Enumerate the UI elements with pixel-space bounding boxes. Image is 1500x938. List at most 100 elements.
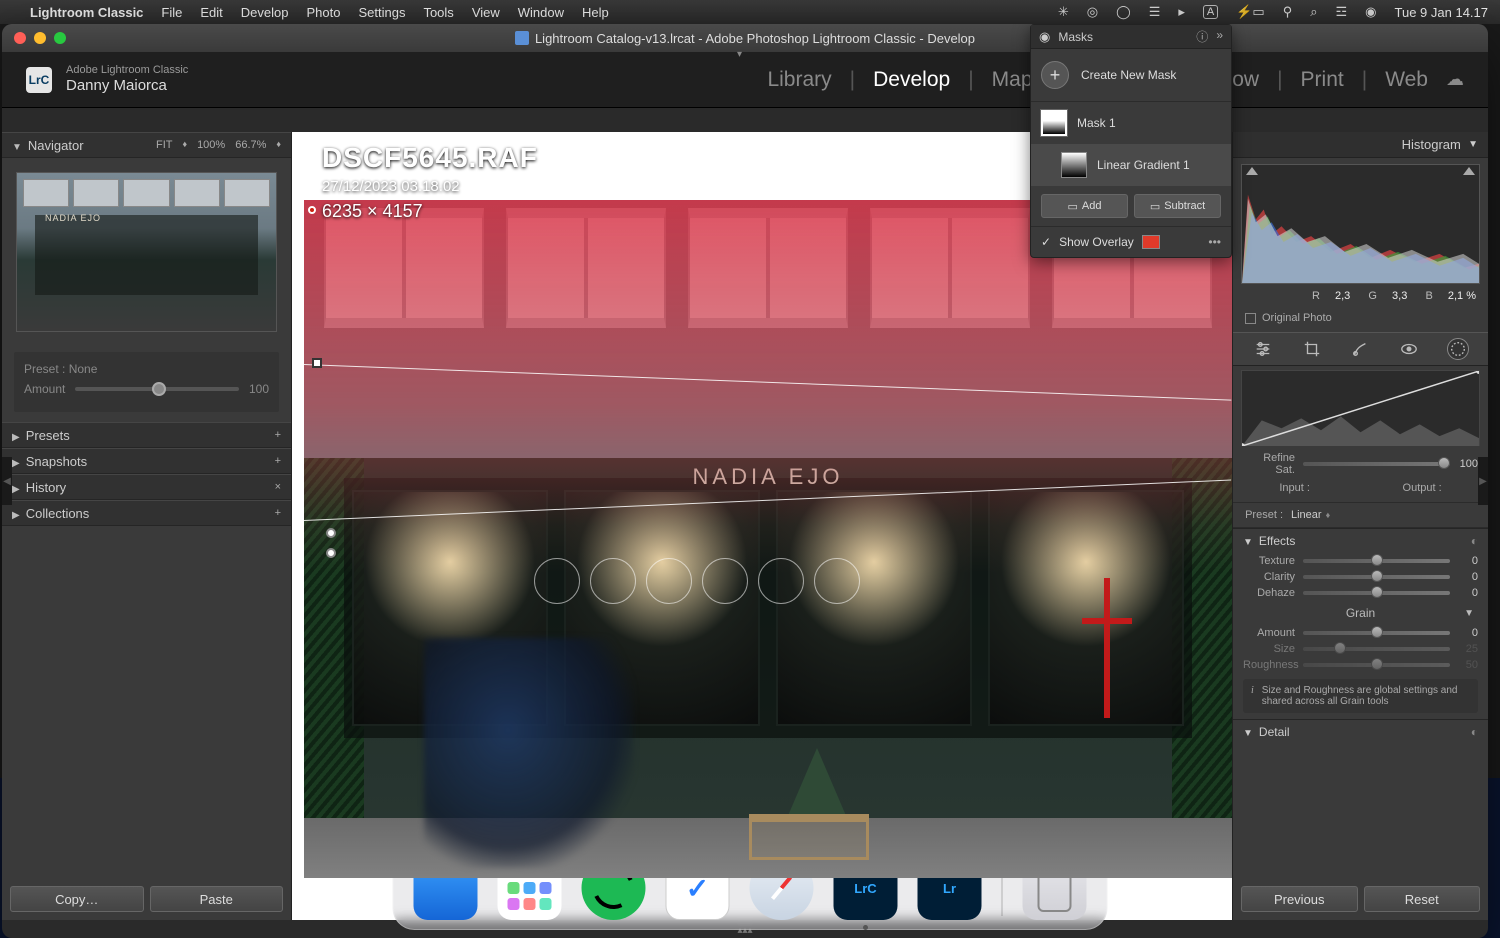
spotlight-icon[interactable]: ⌕ <box>1310 4 1317 20</box>
control-center-icon[interactable]: ☲ <box>1336 4 1348 20</box>
paste-button[interactable]: Paste <box>150 886 284 912</box>
module-map[interactable]: Map <box>992 68 1033 92</box>
gradient-dot-2[interactable] <box>326 548 336 558</box>
module-print[interactable]: Print <box>1301 68 1344 92</box>
mask-item-1[interactable]: Mask 1 <box>1031 102 1231 144</box>
clear-history-icon[interactable]: × <box>275 481 281 493</box>
window-titlebar[interactable]: Lightroom Catalog-v13.lrcat - Adobe Phot… <box>2 24 1488 52</box>
preset-label: Preset : <box>24 362 65 376</box>
add-mask-icon[interactable]: + <box>1041 61 1069 89</box>
point-curve[interactable] <box>1241 370 1480 446</box>
slider-clarity[interactable] <box>1303 575 1450 579</box>
previous-button[interactable]: Previous <box>1241 886 1358 912</box>
info-overlay: DSCF5645.RAF 27/12/2023 03.18.02 6235 × … <box>322 142 538 222</box>
cloud-sync-icon[interactable]: ☁ <box>1446 69 1464 90</box>
right-panel-collapse[interactable]: ▶ <box>1478 457 1488 505</box>
detail-section-header[interactable]: ▼Detail◐ <box>1233 720 1488 744</box>
reset-button[interactable]: Reset <box>1364 886 1481 912</box>
add-preset-icon[interactable]: + <box>275 429 281 441</box>
original-photo-toggle[interactable]: Original Photo <box>1233 308 1488 332</box>
menu-window[interactable]: Window <box>518 5 564 20</box>
checkbox-icon[interactable] <box>1245 313 1256 324</box>
menu-file[interactable]: File <box>161 5 182 20</box>
curve-preset-value[interactable]: Linear <box>1291 509 1322 521</box>
menu-photo[interactable]: Photo <box>306 5 340 20</box>
overlay-filename: DSCF5645.RAF <box>322 142 538 174</box>
user-name: Danny Maiorca <box>66 77 188 95</box>
menu-help[interactable]: Help <box>582 5 609 20</box>
mask-add-button[interactable]: ▭Add <box>1041 194 1128 218</box>
masks-panel[interactable]: ◉ Masks ⓘ » + Create New Mask Mask 1 Line… <box>1030 24 1232 258</box>
eye-menubar-icon[interactable]: ◎ <box>1087 4 1098 20</box>
redeye-icon[interactable] <box>1398 338 1420 360</box>
add-snapshot-icon[interactable]: + <box>275 455 281 467</box>
create-mask-row[interactable]: + Create New Mask <box>1031 49 1231 102</box>
menubar-clock[interactable]: Tue 9 Jan 14.17 <box>1395 5 1488 20</box>
overlay-checkbox[interactable]: ✓ <box>1041 235 1051 249</box>
menu-view[interactable]: View <box>472 5 500 20</box>
siri-icon[interactable]: ◉ <box>1365 4 1376 20</box>
app-menu[interactable]: Lightroom Classic <box>30 5 143 20</box>
zoom-fit[interactable]: FIT <box>156 139 173 151</box>
section-visibility-icon[interactable]: ◐ <box>1471 534 1478 548</box>
left-panel-collapse[interactable]: ◀ <box>2 457 12 505</box>
slider-dehaze[interactable] <box>1303 591 1450 595</box>
gradient-dot-1[interactable] <box>326 528 336 538</box>
stacks-menubar-icon[interactable]: ☰ <box>1149 4 1161 20</box>
a-menubar-icon[interactable]: A <box>1203 5 1218 19</box>
masks-visibility-icon[interactable]: ◉ <box>1039 29 1050 45</box>
menu-tools[interactable]: Tools <box>423 5 453 20</box>
grain-disclosure-icon[interactable]: ▼ <box>1464 608 1474 619</box>
cc-menubar-icon[interactable]: ◯ <box>1116 4 1131 20</box>
macos-menubar[interactable]: Lightroom Classic File Edit Develop Phot… <box>0 0 1500 24</box>
disclosure-icon: ▼ <box>1468 139 1478 150</box>
wifi-menubar-icon[interactable]: ⚲ <box>1283 4 1293 20</box>
top-panel-grip[interactable]: ▾ <box>737 49 753 55</box>
effects-title[interactable]: Effects <box>1259 534 1295 548</box>
refine-sat-slider[interactable] <box>1303 462 1450 466</box>
navigator-thumbnail[interactable]: NADIA EJO <box>16 172 277 332</box>
overlay-color-swatch[interactable] <box>1142 235 1160 249</box>
nbc-menubar-icon[interactable]: ✳︎ <box>1058 4 1069 20</box>
menu-settings[interactable]: Settings <box>358 5 405 20</box>
histogram[interactable] <box>1241 164 1480 284</box>
menu-develop[interactable]: Develop <box>241 5 289 20</box>
mask-component-linear-gradient[interactable]: Linear Gradient 1 <box>1031 144 1231 186</box>
overlay-loupe-circles <box>534 558 860 604</box>
overlay-label: Show Overlay <box>1059 235 1134 249</box>
mask-subtract-button[interactable]: ▭Subtract <box>1134 194 1221 218</box>
panel-history[interactable]: ▶History× <box>2 474 291 500</box>
module-web[interactable]: Web <box>1385 68 1428 92</box>
menu-edit[interactable]: Edit <box>200 5 222 20</box>
play-menubar-icon[interactable]: ▸ <box>1178 4 1185 20</box>
module-library[interactable]: Library <box>767 68 831 92</box>
preset-amount-slider[interactable] <box>75 387 239 391</box>
zoom-66[interactable]: 66.7% <box>235 139 266 151</box>
output-label: Output : <box>1403 482 1442 494</box>
zoom-100[interactable]: 100% <box>197 139 225 151</box>
module-develop[interactable]: Develop <box>873 68 950 92</box>
edit-sliders-icon[interactable] <box>1252 338 1274 360</box>
heal-brush-icon[interactable] <box>1349 338 1371 360</box>
histogram-header[interactable]: Histogram ▼ <box>1233 132 1488 158</box>
masks-info-icon[interactable]: ⓘ <box>1196 28 1208 45</box>
navigator-header[interactable]: ▼Navigator FIT♦ 100% 66.7%♦ <box>2 132 291 158</box>
add-collection-icon[interactable]: + <box>275 507 281 519</box>
slider-texture[interactable] <box>1303 559 1450 563</box>
panel-presets[interactable]: ▶Presets+ <box>2 422 291 448</box>
mask-pin[interactable] <box>308 206 316 214</box>
plant <box>787 748 847 818</box>
panel-snapshots[interactable]: ▶Snapshots+ <box>2 448 291 474</box>
overlay-options-icon[interactable]: ••• <box>1208 235 1221 249</box>
mask-tool-icon[interactable] <box>1447 338 1469 360</box>
slider-amount[interactable] <box>1303 631 1450 635</box>
masks-collapse-icon[interactable]: » <box>1216 28 1223 45</box>
copy-button[interactable]: Copy… <box>10 886 144 912</box>
battery-menubar-icon[interactable]: ⚡▭ <box>1236 4 1264 20</box>
section-visibility-icon[interactable]: ◐ <box>1471 725 1478 739</box>
panel-collections[interactable]: ▶Collections+ <box>2 500 291 526</box>
crop-icon[interactable] <box>1301 338 1323 360</box>
gradient-handle[interactable] <box>312 358 322 368</box>
photo-preview[interactable]: NADIA EJO <box>304 200 1232 878</box>
masks-title: Masks <box>1058 30 1093 44</box>
